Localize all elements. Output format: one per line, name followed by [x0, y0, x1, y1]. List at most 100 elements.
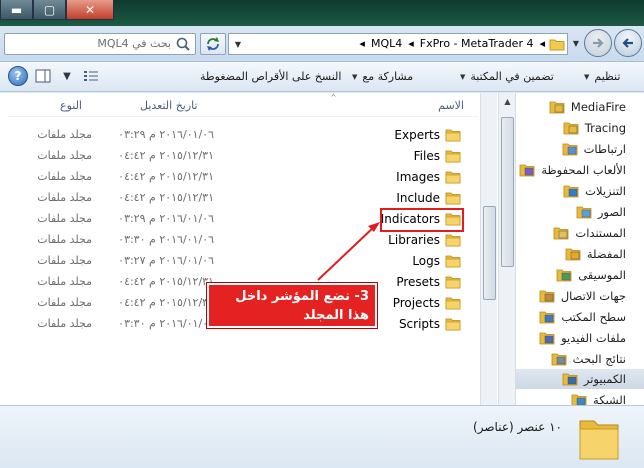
file-type: مجلد ملفات [37, 317, 92, 330]
column-header-date[interactable]: تاريخ التعديل [140, 99, 198, 112]
refresh-icon [207, 37, 219, 51]
share-with-label: مشاركة مع [362, 70, 414, 83]
folder-icon [445, 171, 461, 184]
share-with-menu[interactable]: مشاركة مع ▼ [352, 70, 413, 83]
navigation-scrollbar[interactable]: ▲ [499, 93, 516, 405]
nav-item-8[interactable]: الموسيقى [516, 265, 644, 285]
chevron-down-icon: ▼ [584, 72, 590, 81]
indicators-highlight-box [380, 208, 464, 232]
preview-pane-button[interactable] [34, 67, 52, 85]
scroll-up-icon[interactable]: ▲ [499, 93, 516, 110]
nav-item-label: الكمبيوتر [583, 372, 626, 386]
pictures-icon [576, 206, 592, 219]
breadcrumb-item-mql4[interactable]: MQL4 [371, 37, 402, 50]
nav-item-label: ملفات الفيديو [561, 331, 626, 345]
address-bar[interactable]: ▼ ◂ MQL4 ◂ FxPro - MetaTrader 4 ◂ [228, 33, 568, 55]
nav-item-2[interactable]: ارتباطات [516, 139, 644, 159]
nav-item-label: الموسيقى [578, 268, 626, 282]
forward-button[interactable] [584, 29, 612, 57]
views-icon [84, 71, 98, 81]
file-type: مجلد ملفات [37, 170, 92, 183]
help-button[interactable]: ? [8, 66, 28, 86]
organize-label: تنظيم [594, 70, 621, 83]
file-type: مجلد ملفات [37, 254, 92, 267]
breadcrumb-item-fxpro[interactable]: FxPro - MetaTrader 4 [420, 37, 534, 50]
scrollbar-thumb[interactable] [501, 117, 514, 267]
item-count: ١٠ عنصر (عناصر) [473, 420, 562, 434]
maximize-button[interactable]: ▢ [33, 0, 66, 20]
file-row-logs[interactable]: Logs ٢٠١٦/٠١/٠٦ م ٠٣:٢٧ مجلد ملفات [10, 251, 468, 272]
refresh-button[interactable] [200, 33, 226, 55]
search-box[interactable]: بحث في MQL4 [4, 33, 196, 55]
file-row-experts[interactable]: Experts ٢٠١٦/٠١/٠٦ م ٠٣:٢٩ مجلد ملفات [10, 125, 468, 146]
documents-icon [553, 227, 569, 240]
nav-item-label: التنزيلات [585, 184, 626, 198]
address-row: بحث في MQL4 ▼ ◂ MQL4 ◂ FxPro - MetaTrade… [0, 26, 644, 62]
column-header-name[interactable]: الاسم [438, 99, 464, 112]
folder-icon [445, 129, 461, 142]
recent-pages-dropdown[interactable]: ▼ [570, 39, 582, 48]
search-input[interactable]: بحث في MQL4 [97, 37, 171, 50]
file-name: Images [396, 170, 440, 184]
folder-icon [579, 420, 619, 460]
file-list-scrollbar[interactable] [480, 93, 497, 405]
minimize-button[interactable]: ▬ [0, 0, 33, 20]
navigation-buttons: ▼ [570, 29, 642, 57]
computer-icon [562, 373, 578, 386]
nav-item-10[interactable]: سطح المكتب [516, 307, 644, 327]
nav-item-label: MediaFire [570, 100, 626, 114]
scrollbar-thumb[interactable] [483, 206, 496, 300]
views-dropdown[interactable]: ▼ [58, 67, 76, 85]
organize-menu[interactable]: تنظيم ▼ [584, 70, 620, 83]
include-in-library-menu[interactable]: تضمين في المكتبة ▼ [460, 70, 554, 83]
file-list: ^ الاسم تاريخ التعديل النوع Experts ٢٠١٦/… [0, 93, 498, 405]
contacts-icon [539, 290, 555, 303]
navigation-pane: ▲ MediaFire Tracing ارتباطات الألعاب المحفو… [498, 93, 644, 407]
nav-item-11[interactable]: ملفات الفيديو [516, 328, 644, 348]
nav-item-label: Tracing [584, 121, 626, 135]
nav-item-3[interactable]: الألعاب المحفوظة [516, 160, 644, 180]
address-history-dropdown[interactable]: ▼ [231, 34, 245, 54]
close-button[interactable]: ✕ [66, 0, 114, 20]
file-date: ٢٠١٥/١٢/٣١ م ٠٤:٤٢ [118, 296, 214, 309]
file-type: مجلد ملفات [37, 212, 92, 225]
file-name: Experts [394, 128, 440, 142]
file-row-libraries[interactable]: Libraries ٢٠١٦/٠١/٠٦ م ٠٣:٣٠ مجلد ملفات [10, 230, 468, 251]
nav-item-6[interactable]: المستندات [516, 223, 644, 243]
nav-item-7[interactable]: المفضلة [516, 244, 644, 264]
search-results-icon [551, 353, 567, 366]
back-button[interactable] [614, 29, 642, 57]
content-area: ^ الاسم تاريخ التعديل النوع Experts ٢٠١٦/… [0, 93, 644, 407]
nav-item-1[interactable]: Tracing [516, 118, 644, 138]
file-type: مجلد ملفات [37, 233, 92, 246]
nav-item-13[interactable]: الكمبيوتر [516, 369, 644, 389]
nav-item-12[interactable]: نتائج البحث [516, 349, 644, 369]
file-name-cell: Files [414, 148, 461, 164]
burn-button[interactable]: النسخ على الأقراص المضغوطة [200, 70, 341, 83]
nav-item-9[interactable]: جهات الاتصال [516, 286, 644, 306]
search-icon [176, 37, 190, 51]
folder-icon [445, 255, 461, 268]
arrow-left-icon [622, 38, 633, 48]
window-controls: ▬ ▢ ✕ [0, 0, 114, 20]
file-name-cell: Images [396, 169, 461, 185]
title-bar: ▬ ▢ ✕ [0, 0, 644, 26]
nav-item-0[interactable]: MediaFire [516, 97, 644, 117]
preview-pane-icon [35, 69, 51, 83]
file-row-files[interactable]: Files ٢٠١٥/١٢/٣١ م ٠٤:٤٢ مجلد ملفات [10, 146, 468, 167]
breadcrumb: ◂ MQL4 ◂ FxPro - MetaTrader 4 ◂ [247, 37, 545, 50]
videos-icon [539, 332, 555, 345]
file-row-images[interactable]: Images ٢٠١٥/١٢/٣١ م ٠٤:٤٢ مجلد ملفات [10, 167, 468, 188]
nav-item-4[interactable]: التنزيلات [516, 181, 644, 201]
header-divider [8, 116, 478, 117]
change-view-button[interactable] [82, 67, 100, 85]
folder-icon [445, 276, 461, 289]
file-row-include[interactable]: Include ٢٠١٥/١٢/٣١ م ٠٤:٤٢ مجلد ملفات [10, 188, 468, 209]
file-name-cell: Presets [396, 274, 461, 290]
nav-item-label: المستندات [575, 226, 626, 240]
file-name: Scripts [398, 317, 440, 331]
file-type: مجلد ملفات [37, 296, 92, 309]
nav-item-5[interactable]: الصور [516, 202, 644, 222]
column-header-type[interactable]: النوع [60, 99, 82, 112]
include-in-library-label: تضمين في المكتبة [470, 70, 554, 83]
